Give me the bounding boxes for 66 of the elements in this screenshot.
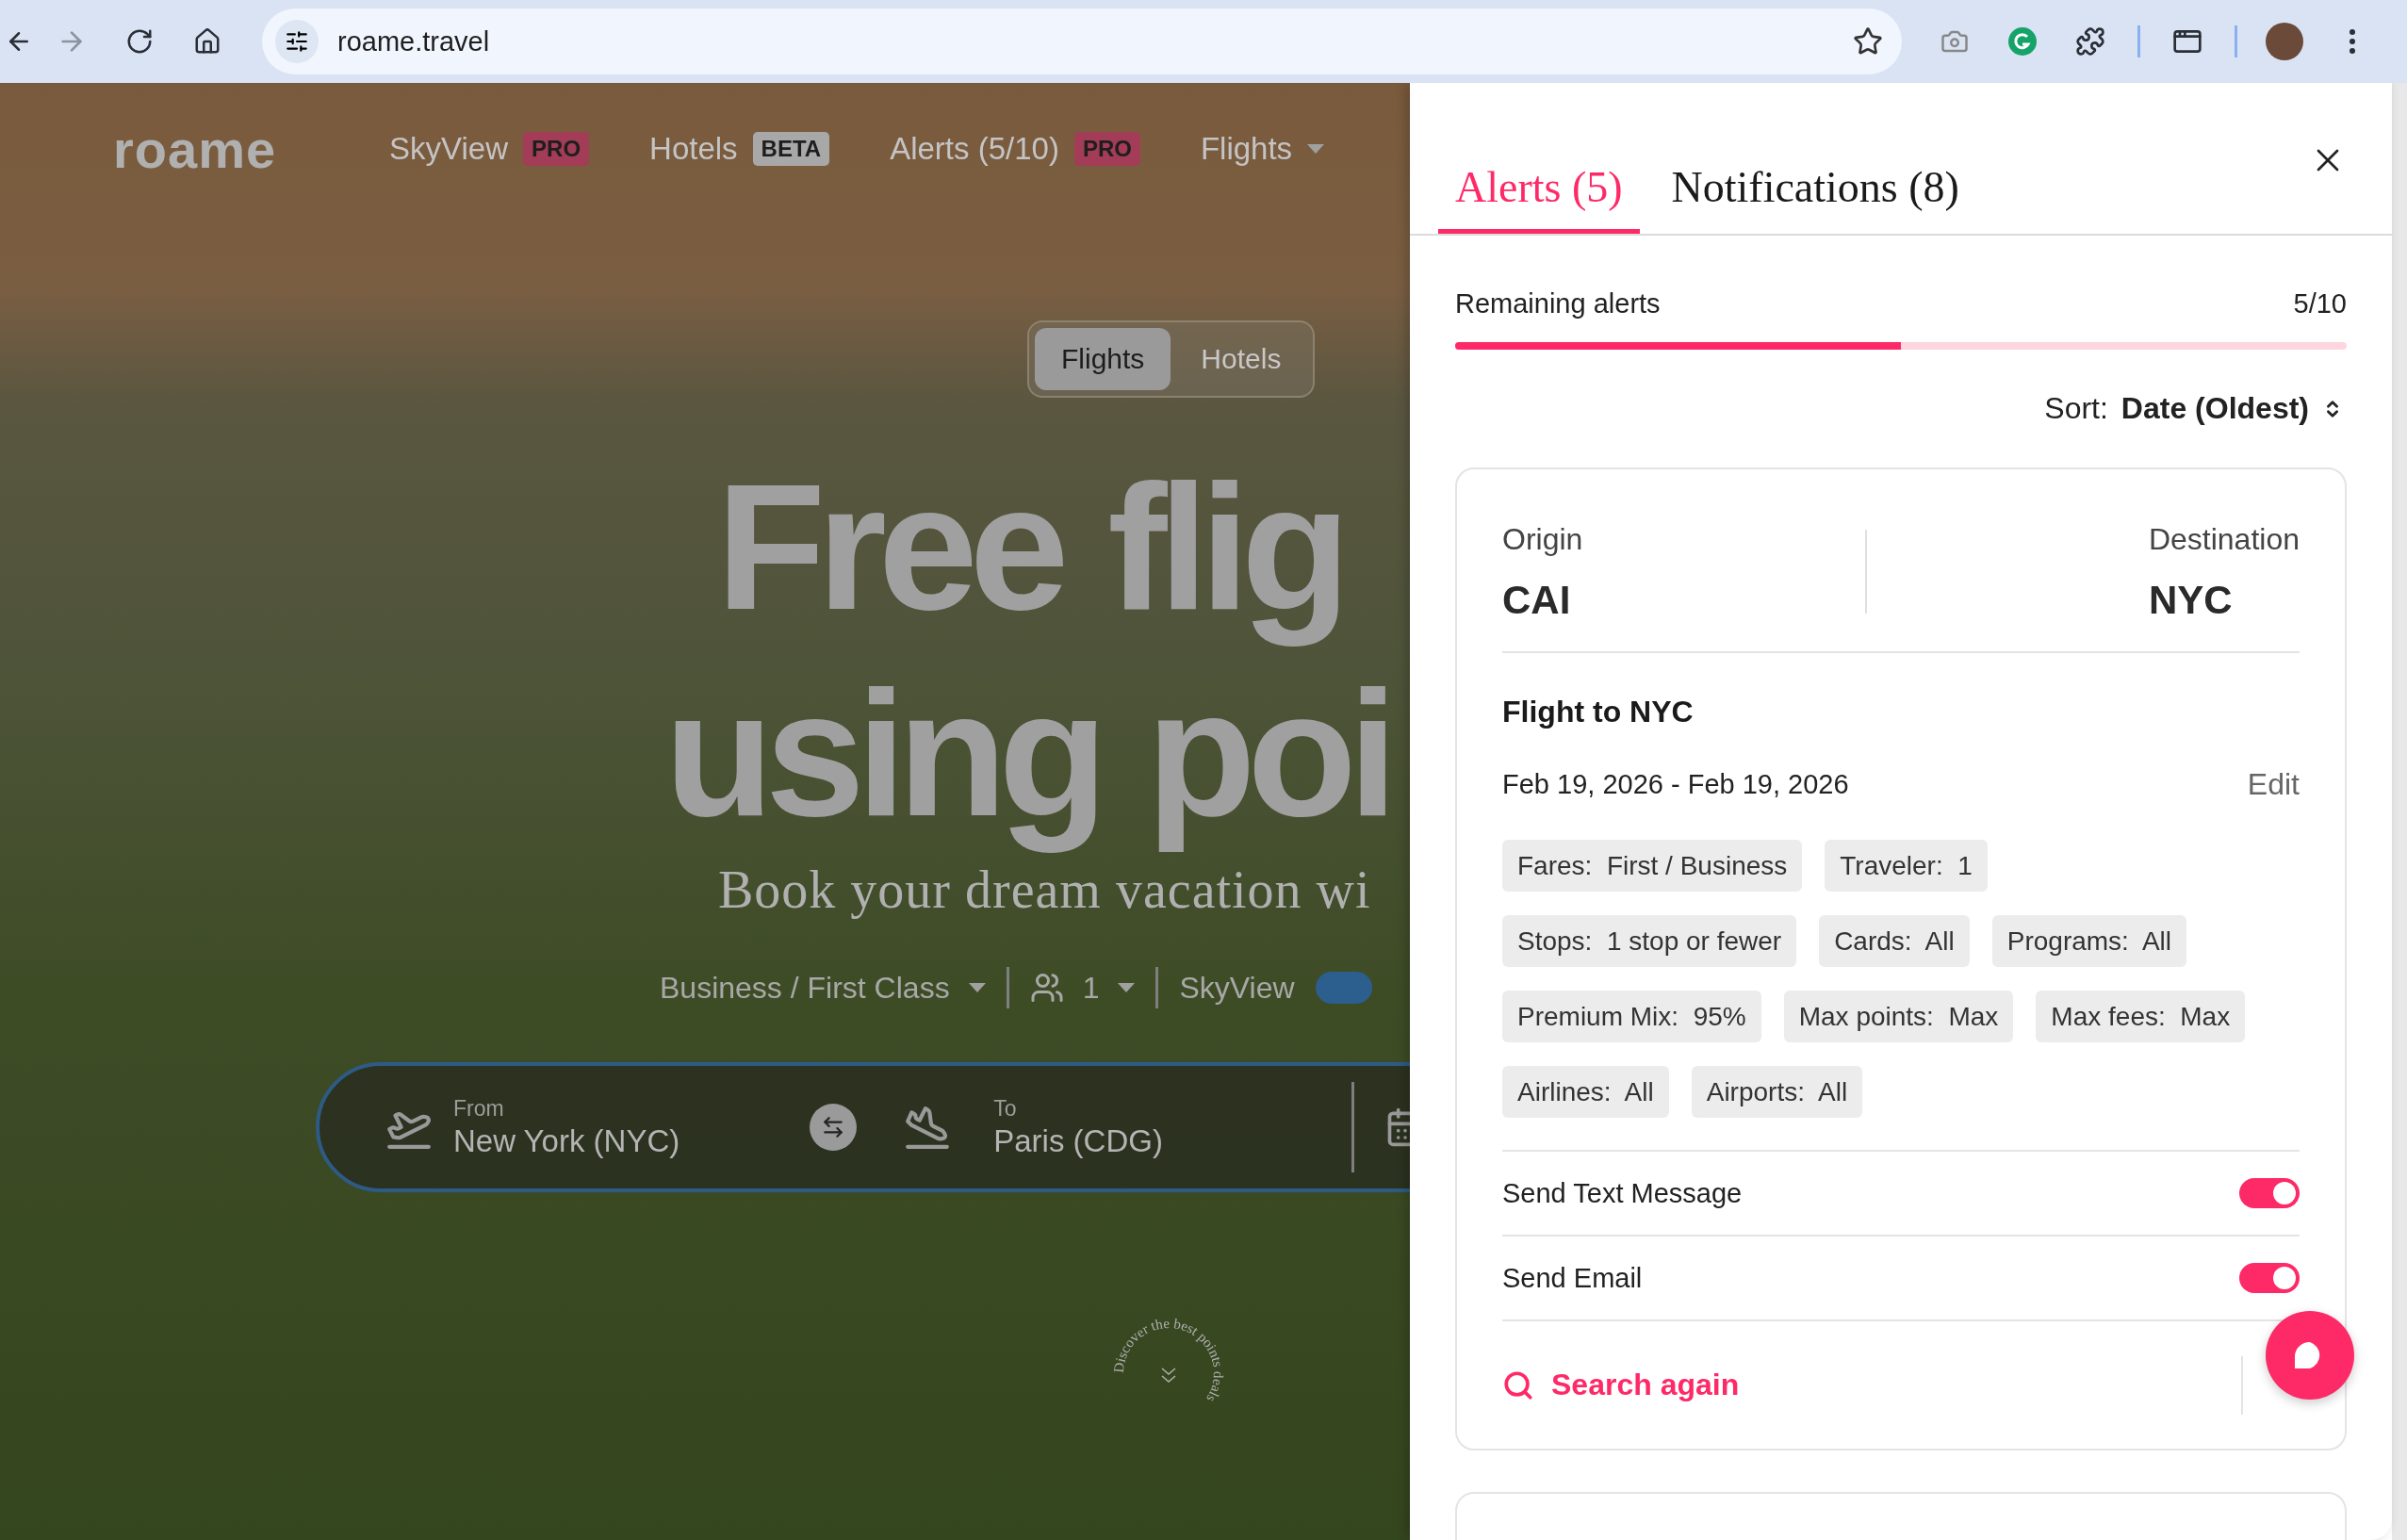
caret-icon bbox=[968, 983, 986, 992]
filter-chip: Cards: All bbox=[1819, 915, 1970, 967]
sliders-icon bbox=[285, 29, 309, 54]
nav-link[interactable]: Flights bbox=[1200, 131, 1293, 167]
nav-link[interactable]: Alerts (5/10) bbox=[890, 131, 1059, 167]
chat-button[interactable] bbox=[2266, 1311, 2354, 1400]
notify-option-label: Send Text Message bbox=[1502, 1177, 1743, 1209]
puzzle-icon bbox=[2075, 26, 2105, 57]
home-icon bbox=[193, 27, 221, 56]
subtitle: Book your dream vacation wi bbox=[718, 860, 1372, 920]
mode-tab[interactable]: Hotels bbox=[1174, 328, 1308, 390]
notify-switch[interactable] bbox=[2239, 1263, 2300, 1293]
filter-chip: Programs: All bbox=[1991, 915, 2187, 967]
origin-label: Origin bbox=[1502, 522, 1583, 557]
address-bar[interactable]: roame.travel bbox=[262, 8, 1902, 74]
nav-badge: PRO bbox=[1073, 132, 1140, 166]
filter-chip: Max points: Max bbox=[1783, 991, 2014, 1042]
remaining-alerts-label: Remaining alerts bbox=[1455, 288, 1661, 319]
destination-code: NYC bbox=[2148, 578, 2233, 623]
alert-dates: Feb 19, 2026 - Feb 19, 2026 bbox=[1502, 769, 1849, 800]
nav-badge: PRO bbox=[523, 132, 590, 166]
search-icon bbox=[1502, 1368, 1534, 1401]
panel-tab[interactable]: Notifications (8) bbox=[1654, 162, 1976, 234]
notify-switch[interactable] bbox=[2239, 1178, 2300, 1208]
site-settings-button[interactable] bbox=[275, 20, 319, 63]
g-logo-icon bbox=[2007, 26, 2038, 57]
to-label: To bbox=[993, 1095, 1018, 1122]
filter-chip: Premium Mix: 95% bbox=[1502, 991, 1761, 1042]
to-field[interactable]: Paris (CDG) bbox=[993, 1122, 1163, 1159]
remaining-alerts-count: 5/10 bbox=[2293, 288, 2347, 319]
notify-option-label: Send Email bbox=[1502, 1262, 1643, 1294]
filter-chip: Max fees: Max bbox=[2036, 991, 2246, 1042]
profile-avatar[interactable] bbox=[2266, 23, 2303, 60]
filter-chip: Airports: All bbox=[1691, 1066, 1863, 1118]
mode-tab[interactable]: Flights bbox=[1035, 328, 1171, 390]
skyview-toggle[interactable] bbox=[1315, 972, 1372, 1004]
skyview-label: SkyView bbox=[1179, 970, 1295, 1006]
filter-chip: Traveler: 1 bbox=[1825, 840, 1988, 892]
cabin-dropdown[interactable]: Business / First Class bbox=[660, 970, 986, 1006]
landing-icon bbox=[904, 1104, 952, 1151]
roame-logo[interactable]: roame bbox=[113, 118, 277, 180]
headline: using poi bbox=[664, 651, 1391, 855]
bookmark-star-icon[interactable] bbox=[1853, 26, 1883, 57]
origin-code: CAI bbox=[1502, 578, 1571, 623]
swap-button[interactable] bbox=[810, 1104, 858, 1151]
from-field[interactable]: New York (NYC) bbox=[453, 1122, 680, 1159]
filter-chip: Airlines: All bbox=[1502, 1066, 1669, 1118]
people-icon bbox=[1029, 971, 1064, 1005]
headline: Free flig bbox=[716, 446, 1344, 648]
nav-badge: BETA bbox=[752, 132, 830, 166]
reload-icon bbox=[125, 27, 154, 56]
dropdown-caret-icon bbox=[1307, 144, 1325, 154]
alert-title: Flight to NYC bbox=[1502, 695, 1695, 729]
filter-chip: Stops: 1 stop or fewer bbox=[1502, 915, 1797, 967]
menu-icon bbox=[2349, 28, 2356, 55]
travelers-dropdown[interactable]: 1 bbox=[1029, 970, 1136, 1006]
edit-link[interactable]: Edit bbox=[2247, 767, 2300, 802]
panel-tab[interactable]: Alerts (5) bbox=[1438, 162, 1640, 234]
nav-link[interactable]: Hotels bbox=[649, 131, 738, 167]
from-label: From bbox=[453, 1095, 505, 1122]
sort-dropdown[interactable]: Sort: Date (Oldest) bbox=[2044, 391, 2347, 426]
nav-link[interactable]: SkyView bbox=[389, 131, 509, 167]
destination-label: Destination bbox=[2148, 522, 2300, 557]
search-again-button[interactable]: Search again bbox=[1502, 1368, 1740, 1402]
caret-icon bbox=[1118, 983, 1136, 992]
filter-chip: Fares: First / Business bbox=[1502, 840, 1803, 892]
